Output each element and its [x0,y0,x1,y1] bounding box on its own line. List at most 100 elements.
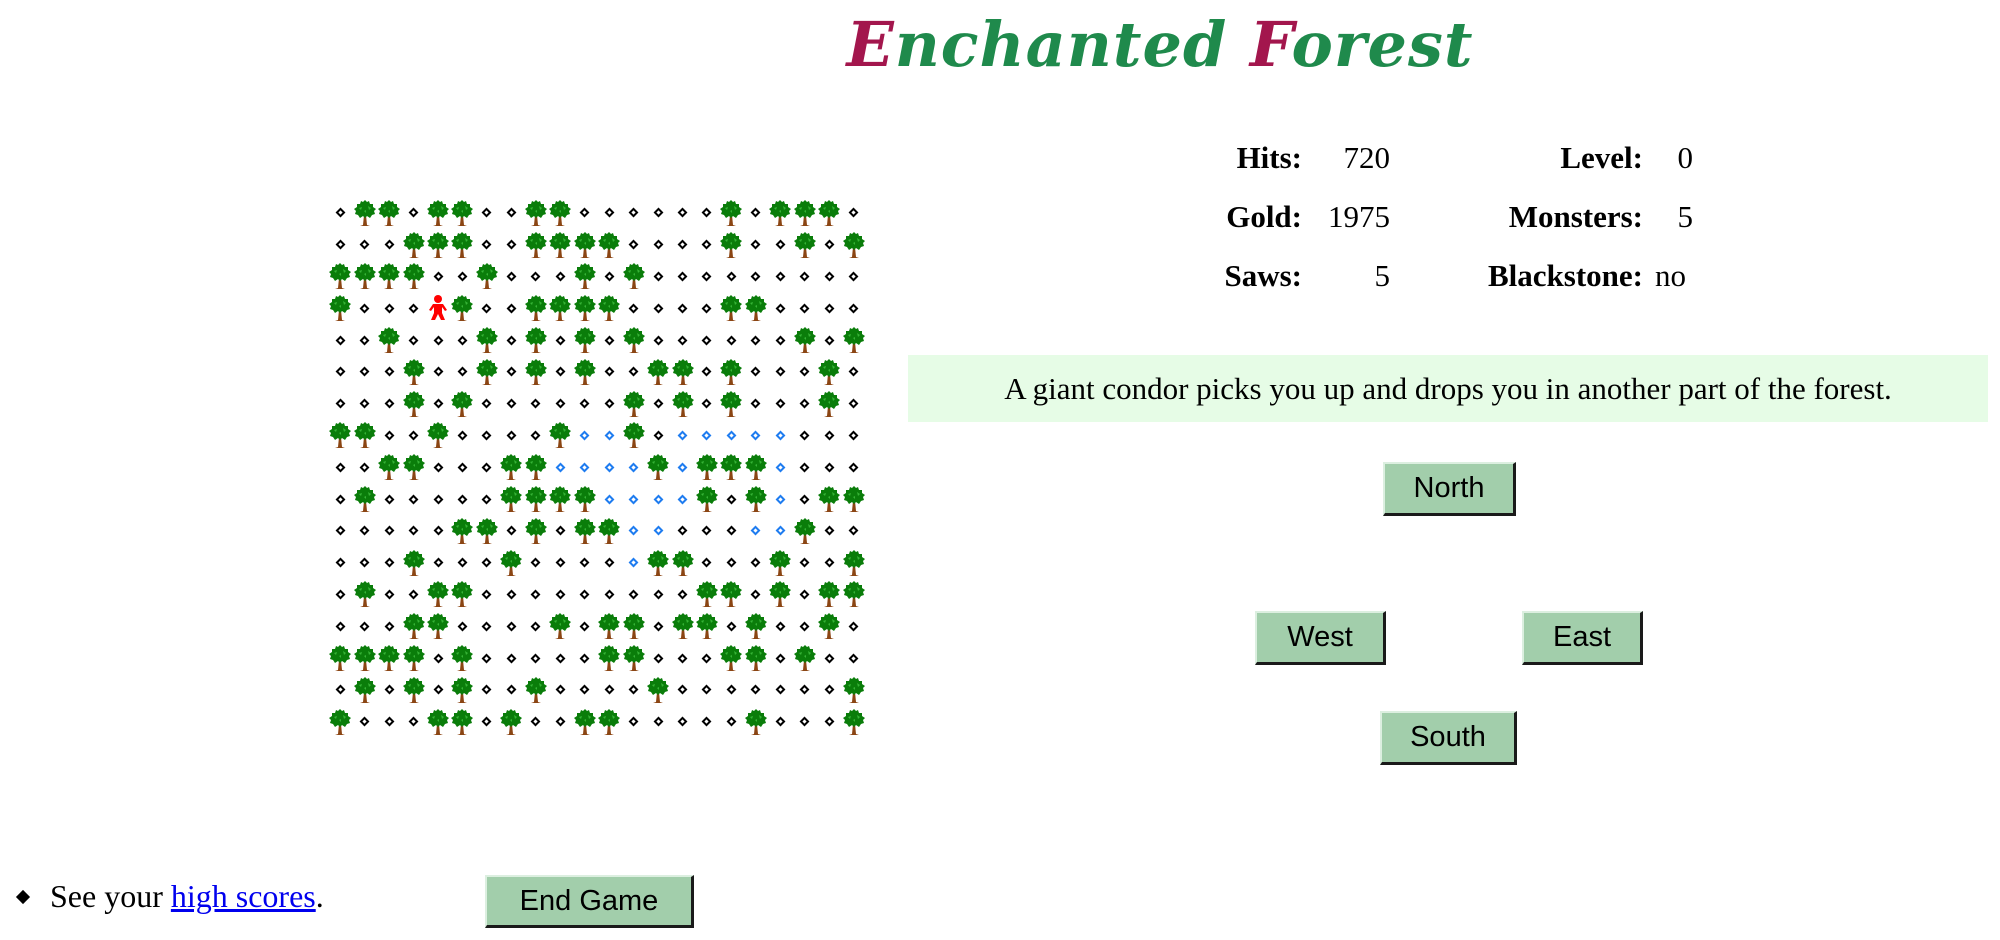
map-cell [670,674,694,706]
map-cell [377,229,401,261]
clearing-icon [408,335,419,346]
clearing-icon [408,589,419,600]
tree-icon [573,324,597,356]
clearing-icon [481,684,492,695]
event-message: A giant condor picks you up and drops yo… [908,355,1988,422]
map-cell [621,356,645,388]
tree-icon [426,420,450,452]
tree-icon [793,197,817,229]
tree-icon [744,610,768,642]
hits-value: 720 [1343,140,1391,175]
map-cell [352,324,376,356]
tree-icon [352,579,376,611]
tree-icon [841,706,865,738]
map-cell [597,261,621,293]
tree-icon [450,388,474,420]
footer-prefix: See your [50,878,171,914]
map-cell [621,706,645,738]
map-cell [352,547,376,579]
map-cell [597,324,621,356]
map-cell [524,420,548,452]
map-cell [744,229,768,261]
hits-label: Hits: [1236,140,1302,175]
map-cell [744,324,768,356]
clearing-icon [775,684,786,695]
map-cell [377,483,401,515]
tree-icon [719,388,743,420]
clearing-icon [848,653,859,664]
clearing-icon [506,589,517,600]
east-button[interactable]: East [1522,611,1643,665]
map-cell [695,388,719,420]
map-cell [450,356,474,388]
tree-icon [524,674,548,706]
south-button[interactable]: South [1380,711,1517,765]
clearing-icon [750,366,761,377]
visited-clearing-icon [677,494,688,505]
map-cell [377,388,401,420]
clearing-icon [335,462,346,473]
map-cell [719,610,743,642]
clearing-icon [359,462,370,473]
clearing-icon [384,621,395,632]
tree-icon [548,292,572,324]
clearing-icon [457,366,468,377]
tree-icon [328,261,352,293]
clearing-icon [335,398,346,409]
tree-icon [597,229,621,261]
map-cell [426,547,450,579]
tree-icon [768,547,792,579]
map-cell [695,515,719,547]
clearing-icon [384,398,395,409]
tree-icon [401,356,425,388]
clearing-icon [848,398,859,409]
map-cell [548,356,572,388]
tree-icon [475,261,499,293]
tree-icon [548,483,572,515]
tree-icon [573,261,597,293]
map-cell [793,674,817,706]
clearing-icon [506,303,517,314]
map-cell [377,292,401,324]
map-cell [426,324,450,356]
map-cell [377,420,401,452]
tree-icon [817,610,841,642]
clearing-icon [530,653,541,664]
clearing-icon [481,239,492,250]
clearing-icon [384,366,395,377]
tree-icon [524,483,548,515]
map-cell [793,547,817,579]
clearing-icon [824,684,835,695]
clearing-icon [359,398,370,409]
west-button[interactable]: West [1255,611,1386,665]
clearing-icon [481,207,492,218]
map-cell [499,229,523,261]
clearing-icon [335,207,346,218]
map-cell [328,356,352,388]
visited-clearing-icon [628,494,639,505]
tree-icon [573,706,597,738]
tree-icon [646,547,670,579]
map-cell [328,229,352,261]
clearing-icon [702,653,712,664]
end-game-button[interactable]: End Game [485,875,694,928]
map-cell [768,642,792,674]
tree-icon [401,451,425,483]
clearing-icon [702,271,712,282]
tree-icon [793,229,817,261]
map-cell [573,197,597,229]
tree-icon [573,515,597,547]
high-scores-link[interactable]: high scores [171,878,316,915]
map-cell [646,388,670,420]
clearing-icon [579,398,590,409]
title-text-forest: orest [1291,8,1474,81]
north-button[interactable]: North [1383,462,1516,516]
map-cell [695,547,719,579]
clearing-icon [530,557,541,568]
clearing-icon [457,462,468,473]
map-cell [352,229,376,261]
tree-icon [646,674,670,706]
map-cell [426,261,450,293]
tree-icon [499,706,523,738]
clearing-icon [457,271,468,282]
